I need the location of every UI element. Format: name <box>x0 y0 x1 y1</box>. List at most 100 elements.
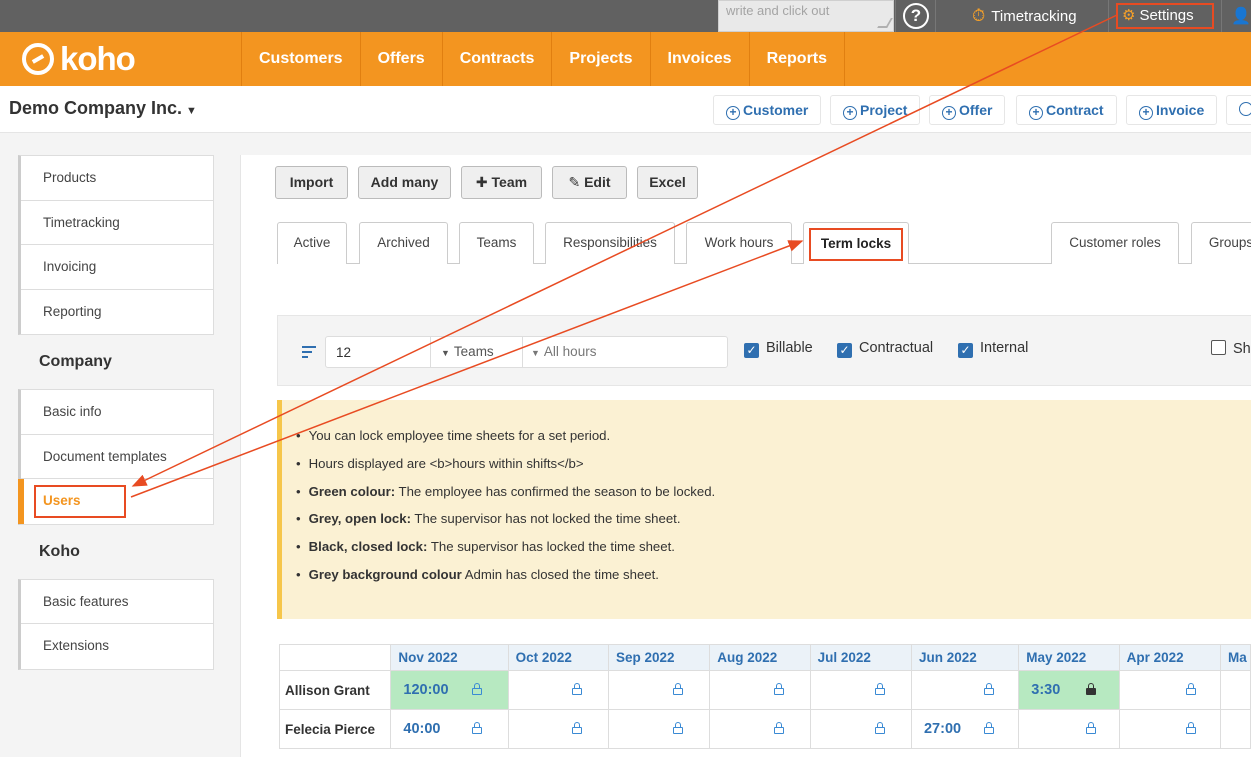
lock-closed-icon[interactable] <box>1086 683 1097 695</box>
lock-open-icon[interactable] <box>672 683 683 695</box>
hours-label: All hours <box>543 344 597 359</box>
tab-archived[interactable]: Archived <box>359 222 448 264</box>
lock-open-icon[interactable] <box>983 683 994 695</box>
nav-customers[interactable]: Customers <box>241 32 360 86</box>
sort-icon[interactable] <box>302 346 316 361</box>
tab-groups[interactable]: Groups <box>1191 222 1251 264</box>
employee-name[interactable]: Felecia Pierce <box>278 709 392 749</box>
sidebar-item-users-label: Users <box>43 493 81 508</box>
tab-work-hours[interactable]: Work hours <box>686 222 792 264</box>
import-button[interactable]: Import <box>275 166 348 199</box>
lock-open-icon[interactable] <box>472 683 483 695</box>
lock-cell[interactable] <box>1219 709 1251 749</box>
note-input[interactable]: write and click out <box>718 0 894 32</box>
lock-cell[interactable]: 120:00 <box>390 670 509 710</box>
billable-label: Billable <box>766 340 813 356</box>
add-invoice-button[interactable]: + Invoice <box>1126 95 1218 125</box>
hours-dropdown[interactable]: ▼ All hours <box>522 337 596 367</box>
sidebar-item-invoicing[interactable]: Invoicing <box>21 245 213 290</box>
sidebar-item-basic-info[interactable]: Basic info <box>21 390 213 435</box>
lock-open-icon[interactable] <box>571 683 582 695</box>
nav-offers[interactable]: Offers <box>359 32 442 86</box>
help-button[interactable]: ? <box>895 0 936 32</box>
sidebar-item-reporting[interactable]: Reporting <box>21 290 213 335</box>
add-offer-button[interactable]: + Offer <box>929 95 1006 125</box>
plus-icon: ✚ <box>475 174 492 190</box>
sidebar-item-extensions[interactable]: Extensions <box>21 624 213 669</box>
nav-invoices[interactable]: Invoices <box>649 32 749 86</box>
lock-open-icon[interactable] <box>1086 722 1097 734</box>
divider <box>1108 0 1109 32</box>
company-selector[interactable]: Demo Company Inc. ▼ <box>9 98 197 119</box>
sidebar-item-products[interactable]: Products <box>21 156 213 201</box>
nav-projects[interactable]: Projects <box>551 32 649 86</box>
lock-cell[interactable] <box>1118 709 1221 749</box>
tab-customer-roles[interactable]: Customer roles <box>1051 222 1179 264</box>
teams-dropdown[interactable]: ▼ Teams <box>430 337 522 367</box>
lock-open-icon[interactable] <box>672 722 683 734</box>
lock-open-icon[interactable] <box>571 722 582 734</box>
resize-grip-icon[interactable] <box>877 18 893 28</box>
koho-logo[interactable]: koho <box>22 40 136 77</box>
user-icon[interactable]: 👤 <box>1231 6 1251 26</box>
lock-cell[interactable] <box>1219 670 1251 710</box>
teams-label: Teams <box>453 344 494 359</box>
months-input[interactable]: 12 <box>336 345 351 360</box>
add-contract-label: Contract <box>1046 102 1104 118</box>
tab-active[interactable]: Active <box>277 222 347 264</box>
lock-cell[interactable] <box>809 670 912 710</box>
lock-cell[interactable] <box>607 709 711 749</box>
lock-open-icon[interactable] <box>774 722 785 734</box>
tab-teams[interactable]: Teams <box>459 222 534 264</box>
settings-button[interactable]: ⚙ Settings <box>1116 3 1214 29</box>
lock-cell[interactable]: 40:00 <box>390 709 509 749</box>
lock-cell[interactable]: 3:30 <box>1018 670 1120 710</box>
lock-cell[interactable] <box>709 670 811 710</box>
lock-cell[interactable] <box>709 709 811 749</box>
sidebar-item-document-templates[interactable]: Document templates <box>21 435 213 479</box>
lock-open-icon[interactable] <box>874 722 885 734</box>
lock-cell[interactable] <box>910 670 1020 710</box>
info-line: Grey background colour Admin has closed … <box>296 567 715 595</box>
lock-open-icon[interactable] <box>774 683 785 695</box>
lock-open-icon[interactable] <box>983 722 994 734</box>
lock-open-icon[interactable] <box>874 683 885 695</box>
lock-open-icon[interactable] <box>472 722 483 734</box>
lock-cell[interactable] <box>507 709 609 749</box>
internal-checkbox[interactable]: ✓ Internal <box>958 340 1028 358</box>
internal-label: Internal <box>980 340 1029 356</box>
lock-cell[interactable]: 27:00 <box>910 709 1020 749</box>
add-project-button[interactable]: + Project <box>830 95 921 125</box>
tab-term-locks-label: Term locks <box>809 228 903 261</box>
employee-name[interactable]: Allison Grant <box>278 670 392 710</box>
edit-button[interactable]: ✎ Edit <box>552 166 627 199</box>
sidebar-item-timetracking[interactable]: Timetracking <box>21 201 213 245</box>
lock-cell[interactable] <box>1118 670 1221 710</box>
add-invoice-label: Invoice <box>1156 102 1205 118</box>
tab-responsibilities[interactable]: Responsibilities <box>545 222 675 264</box>
add-many-button[interactable]: Add many <box>358 166 451 199</box>
timetracking-button[interactable]: ⏱ Timetracking <box>972 0 1077 32</box>
nav-reports[interactable]: Reports <box>748 32 846 86</box>
lock-cell[interactable] <box>507 670 609 710</box>
billable-checkbox[interactable]: ✓ Billable <box>744 340 813 358</box>
excel-button[interactable]: Excel <box>637 166 698 199</box>
sidebar-item-users[interactable]: Users <box>18 479 213 524</box>
plus-circle-icon: + <box>1139 106 1153 120</box>
lock-cell[interactable] <box>1018 709 1120 749</box>
lock-cell[interactable] <box>809 709 912 749</box>
add-contract-button[interactable]: + Contract <box>1016 95 1117 125</box>
nav-contracts[interactable]: Contracts <box>441 32 552 86</box>
tab-term-locks[interactable]: Term locks <box>803 222 909 264</box>
sidebar-group-general: Products Timetracking Invoicing Reportin… <box>18 155 214 335</box>
contractual-checkbox[interactable]: ✓ Contractual <box>837 340 933 358</box>
add-team-button[interactable]: ✚ Team <box>461 166 542 199</box>
sidebar-item-basic-features[interactable]: Basic features <box>21 580 213 624</box>
lock-open-icon[interactable] <box>1185 722 1196 734</box>
lock-cell[interactable] <box>607 670 711 710</box>
lock-open-icon[interactable] <box>1185 683 1196 695</box>
show-checkbox[interactable]: Sho <box>1211 340 1251 357</box>
add-customer-button[interactable]: + Customer <box>713 95 822 125</box>
more-button[interactable] <box>1226 95 1251 125</box>
checkbox-checked-icon: ✓ <box>837 343 852 358</box>
